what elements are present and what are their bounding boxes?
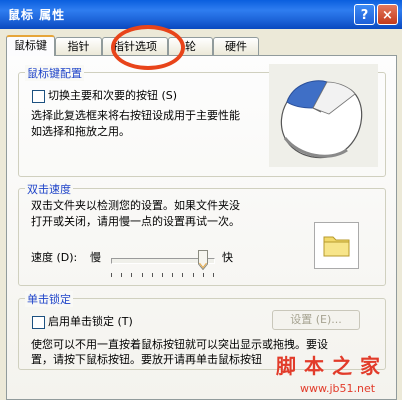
slider-tick <box>213 273 214 277</box>
swap-description-line1: 选择此复选框来将右按钮设成用于主要性能 <box>31 109 240 122</box>
click-lock-checkbox[interactable] <box>32 316 45 329</box>
double-click-description-line1: 双击文件夹以检测您的设置。如果文件夹没 <box>31 199 240 212</box>
swap-buttons-label[interactable]: 切换主要和次要的按钮 (S) <box>48 88 177 103</box>
slider-tick <box>121 273 123 277</box>
slider-tick <box>141 273 143 277</box>
tab-label: 鼠标键 <box>14 39 47 52</box>
click-lock-description-line2: 置，请按下鼠标按钮。要放开请再单击鼠标按钮 <box>31 353 262 366</box>
mouse-illustration <box>269 64 378 167</box>
test-folder-area[interactable] <box>314 222 359 269</box>
tab-label: 硬件 <box>225 40 247 53</box>
window-title: 鼠标 属性 <box>8 8 66 22</box>
annotation-circle <box>111 25 185 70</box>
watermark-brand: 脚本之家 <box>276 354 388 378</box>
tab-pointers[interactable]: 指针 <box>55 37 102 55</box>
click-lock-settings-button[interactable]: 设置 (E)... <box>272 310 360 330</box>
click-lock-label[interactable]: 启用单击锁定 (T) <box>48 314 133 329</box>
slider-tick <box>131 273 133 277</box>
slider-tick <box>182 273 184 277</box>
slider-tick <box>192 273 194 277</box>
swap-description-line2: 如选择和拖放之用。 <box>31 125 130 138</box>
slider-tick <box>172 273 174 277</box>
tab-hardware[interactable]: 硬件 <box>213 37 259 55</box>
slider-tick <box>162 273 163 277</box>
slider-tick <box>202 273 204 277</box>
slider-thumb-icon <box>197 250 208 271</box>
speed-label: 速度 (D): <box>31 251 78 264</box>
watermark-url: www.jb51.net <box>300 382 376 395</box>
close-button[interactable]: × <box>377 4 398 25</box>
double-click-description-line2: 打开或关闭，请用慢一点的设置再试一次。 <box>31 215 240 228</box>
help-button[interactable]: ? <box>354 4 375 25</box>
slider-tick <box>151 273 153 277</box>
slider-tick <box>111 273 112 277</box>
group-legend: 双击速度 <box>25 181 73 197</box>
mouse-icon <box>280 80 363 159</box>
folder-icon <box>323 236 350 257</box>
title-bar: 鼠标 属性 ? × <box>0 0 402 29</box>
tab-buttons[interactable]: 鼠标键 <box>6 35 55 56</box>
tab-label: 指针 <box>67 40 90 53</box>
speed-slider-thumb[interactable] <box>197 250 208 271</box>
tab-label: 轮 <box>185 40 196 53</box>
slow-label: 慢 <box>90 251 101 264</box>
group-legend: 单击锁定 <box>25 291 73 307</box>
group-legend: 鼠标键配置 <box>25 65 84 81</box>
fast-label: 快 <box>222 251 233 264</box>
swap-buttons-checkbox[interactable] <box>32 90 45 103</box>
button-label: 设置 (E)... <box>290 313 342 326</box>
